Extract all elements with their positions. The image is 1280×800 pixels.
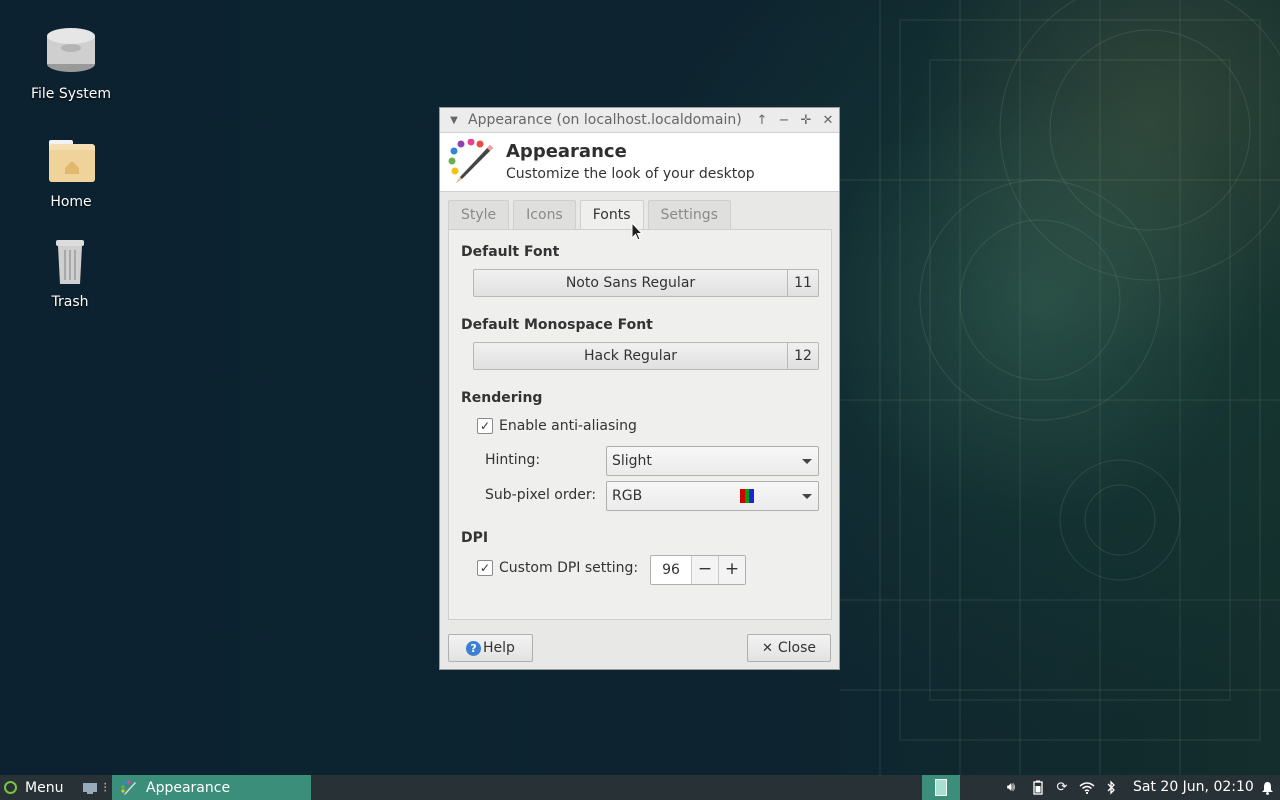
whisker-menu-button[interactable]: Menu bbox=[4, 775, 63, 800]
minimize-icon[interactable]: − bbox=[773, 113, 795, 128]
window-menu-icon[interactable]: ▼ bbox=[440, 115, 468, 126]
wifi-icon[interactable] bbox=[1076, 775, 1098, 800]
dpi-heading: DPI bbox=[461, 530, 489, 546]
hard-drive-icon bbox=[41, 28, 101, 82]
desktop-icon-label: Trash bbox=[51, 294, 89, 310]
window-title: Appearance (on localhost.localdomain) bbox=[468, 112, 742, 128]
custom-dpi-row[interactable]: ✓ Custom DPI setting: bbox=[477, 560, 638, 576]
desktop-icon-file-system[interactable]: File System bbox=[16, 28, 126, 102]
dpi-decrease-button[interactable]: − bbox=[691, 556, 718, 584]
appearance-palette-icon bbox=[446, 138, 496, 185]
home-folder-icon bbox=[41, 136, 101, 190]
keep-above-icon[interactable]: ↑ bbox=[751, 113, 773, 128]
appearance-palette-icon bbox=[120, 779, 136, 796]
fonts-panel: Default Font Noto Sans Regular 11 Defaul… bbox=[448, 229, 832, 620]
menu-label: Menu bbox=[25, 779, 64, 796]
antialias-checkbox[interactable]: ✓ bbox=[477, 418, 493, 434]
close-label: Close bbox=[777, 640, 817, 656]
opensuse-logo-icon bbox=[4, 781, 17, 794]
taskbar: Menu ⁝ Appearance 🔊︎ ⟳ Sat 20 Jun, 02:10 bbox=[0, 775, 1280, 800]
close-button[interactable]: ✕ Close bbox=[747, 634, 831, 662]
trash-icon bbox=[40, 236, 100, 290]
help-icon: ? bbox=[466, 640, 482, 656]
header-title: Appearance bbox=[506, 141, 627, 162]
desktop-icon-label: File System bbox=[30, 86, 112, 102]
help-label: Help bbox=[483, 640, 515, 656]
taskbar-item-appearance[interactable]: Appearance bbox=[112, 775, 311, 800]
workspace-switcher[interactable] bbox=[922, 775, 960, 800]
custom-dpi-checkbox[interactable]: ✓ bbox=[477, 560, 493, 576]
close-window-icon[interactable]: ✕ bbox=[817, 113, 839, 128]
mouse-pointer-icon bbox=[631, 222, 643, 241]
update-sync-icon[interactable]: ⟳ bbox=[1052, 775, 1072, 800]
window-titlebar[interactable]: ▼ Appearance (on localhost.localdomain) … bbox=[440, 108, 839, 133]
maximize-icon[interactable]: ✛ bbox=[795, 113, 817, 128]
custom-dpi-label: Custom DPI setting: bbox=[499, 560, 639, 576]
help-button[interactable]: ? Help bbox=[448, 634, 533, 662]
monospace-font-name: Hack Regular bbox=[583, 348, 678, 364]
monospace-font-button[interactable]: Hack Regular 12 bbox=[473, 342, 819, 370]
subpixel-value: RGB bbox=[612, 488, 643, 504]
tab-icons[interactable]: Icons bbox=[513, 200, 576, 229]
chevron-down-icon bbox=[802, 459, 812, 464]
tab-bar: Style Icons Fonts Settings bbox=[448, 200, 735, 230]
notification-bell-icon[interactable] bbox=[1257, 775, 1277, 800]
dpi-spinbutton[interactable]: 96 − + bbox=[650, 555, 746, 585]
antialias-label: Enable anti-aliasing bbox=[499, 418, 637, 434]
tab-settings[interactable]: Settings bbox=[647, 200, 731, 229]
tab-style[interactable]: Style bbox=[448, 200, 510, 229]
desktop-icon-label: Home bbox=[50, 194, 92, 210]
rendering-heading: Rendering bbox=[461, 390, 543, 406]
default-font-name: Noto Sans Regular bbox=[565, 275, 696, 291]
taskbar-app-label: Appearance bbox=[146, 779, 231, 796]
header-subtitle: Customize the look of your desktop bbox=[506, 166, 755, 182]
subpixel-order-dropdown[interactable]: RGB bbox=[606, 481, 819, 511]
chevron-down-icon bbox=[802, 494, 812, 499]
rgb-swatch-icon bbox=[740, 489, 755, 503]
dialog-header: Appearance Customize the look of your de… bbox=[440, 133, 839, 192]
clock[interactable]: Sat 20 Jun, 02:10 bbox=[1133, 775, 1254, 800]
antialias-row[interactable]: ✓ Enable anti-aliasing bbox=[477, 418, 637, 434]
hinting-dropdown[interactable]: Slight bbox=[606, 446, 819, 476]
default-font-size: 11 bbox=[787, 270, 818, 296]
monospace-font-heading: Default Monospace Font bbox=[461, 317, 653, 333]
dpi-increase-button[interactable]: + bbox=[718, 556, 745, 584]
desktop-icon-trash[interactable]: Trash bbox=[15, 236, 125, 310]
workspace-1-icon[interactable] bbox=[935, 779, 947, 796]
monospace-font-size: 12 bbox=[787, 343, 818, 369]
volume-icon[interactable]: 🔊︎ bbox=[1001, 775, 1021, 800]
appearance-window: ▼ Appearance (on localhost.localdomain) … bbox=[439, 107, 840, 670]
separator-handle-icon: ⁝ bbox=[103, 779, 108, 796]
default-font-heading: Default Font bbox=[461, 244, 560, 260]
default-font-button[interactable]: Noto Sans Regular 11 bbox=[473, 269, 819, 297]
show-desktop-icon[interactable] bbox=[82, 775, 98, 800]
close-icon: ✕ bbox=[761, 640, 773, 656]
hinting-value: Slight bbox=[612, 453, 652, 469]
battery-icon[interactable] bbox=[1028, 775, 1048, 800]
dpi-value[interactable]: 96 bbox=[651, 556, 691, 584]
subpixel-label: Sub-pixel order: bbox=[485, 487, 597, 503]
desktop-icon-home[interactable]: Home bbox=[16, 136, 126, 210]
bluetooth-icon[interactable] bbox=[1101, 775, 1121, 800]
hinting-label: Hinting: bbox=[485, 452, 541, 468]
